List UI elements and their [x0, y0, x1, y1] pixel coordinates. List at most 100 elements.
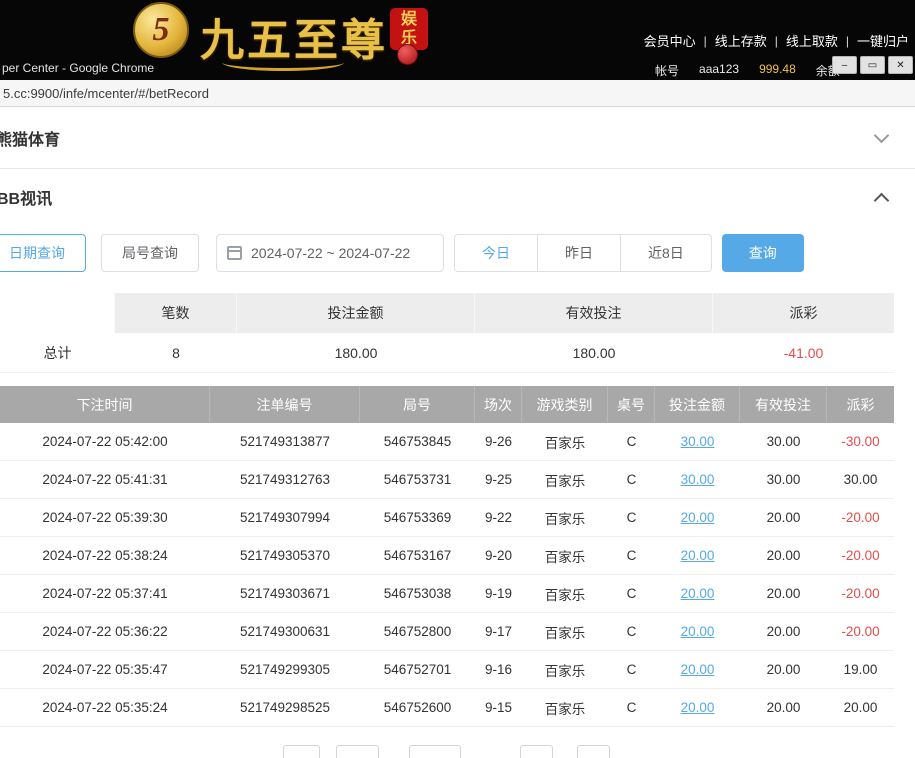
bet-amount-link[interactable]: 20.00 [681, 510, 715, 525]
summary-header-count: 笔数 [115, 293, 237, 333]
cell-game: 百家乐 [522, 689, 608, 726]
cell-table_no: C [608, 575, 655, 612]
summary-header-valid-bet: 有效投注 [475, 293, 713, 333]
summary-header-payout: 派彩 [713, 293, 894, 333]
summary-payout-value: -41.00 [713, 333, 894, 373]
section-panda-sports[interactable]: 熊猫体育 [0, 107, 915, 169]
pagination-prev-button[interactable] [283, 745, 320, 758]
bet-amount-link[interactable]: 20.00 [681, 548, 715, 563]
window-title: per Center - Google Chrome [2, 61, 154, 75]
cell-time: 2024-07-22 05:35:47 [0, 651, 210, 688]
pagination-page-size-select[interactable] [409, 745, 461, 758]
cell-valid: 30.00 [740, 461, 827, 498]
column-header: 有效投注 [740, 386, 827, 423]
summary-total-row: 总计 8 180.00 180.00 -41.00 [0, 333, 894, 373]
bet-amount-link[interactable]: 20.00 [681, 700, 715, 715]
cell-session: 9-16 [475, 651, 522, 688]
minimize-button[interactable]: – [832, 56, 857, 74]
account-username: aaa123 [699, 62, 739, 79]
cell-session: 9-26 [475, 423, 522, 460]
address-bar[interactable]: 5.cc:9900/infe/mcenter/#/betRecord [0, 80, 915, 107]
cell-table_no: C [608, 651, 655, 688]
cell-table_no: C [608, 613, 655, 650]
pagination-jump-button[interactable] [577, 745, 610, 758]
bet-record-page: 熊猫体育 BB视讯 日期查询 局号查询 2024-07-22 ~ 2024-07… [0, 107, 915, 727]
cell-game: 百家乐 [522, 575, 608, 612]
cell-round: 546752600 [360, 689, 475, 726]
cell-order: 521749303671 [210, 575, 360, 612]
summary-valid-bet-value: 180.00 [475, 333, 713, 373]
maximize-button[interactable]: ▭ [860, 56, 885, 74]
summary-header-blank [0, 293, 115, 333]
pagination-page-button[interactable] [336, 745, 379, 758]
cell-time: 2024-07-22 05:35:24 [0, 689, 210, 726]
badge-char-top: 娱 [401, 10, 417, 29]
chevron-down-icon[interactable] [874, 128, 890, 144]
date-query-tab[interactable]: 日期查询 [0, 234, 86, 272]
account-info-bar: 帐号 aaa123 999.48 余额 [655, 62, 840, 79]
nav-member-center[interactable]: 会员中心 [644, 31, 696, 50]
cell-bet[interactable]: 20.00 [655, 537, 740, 574]
cell-bet[interactable]: 30.00 [655, 461, 740, 498]
bet-amount-link[interactable]: 30.00 [681, 472, 715, 487]
cell-round: 546753038 [360, 575, 475, 612]
cell-bet[interactable]: 20.00 [655, 499, 740, 536]
cell-bet[interactable]: 20.00 [655, 651, 740, 688]
date-range-input[interactable]: 2024-07-22 ~ 2024-07-22 [216, 234, 444, 272]
bet-table-header-row: 下注时间注单编号局号场次游戏类别桌号投注金额有效投注派彩 [0, 386, 894, 423]
window-controls: – ▭ ✕ [832, 56, 913, 74]
yesterday-button[interactable]: 昨日 [538, 234, 621, 272]
table-row: 2024-07-22 05:35:47521749299305546752701… [0, 651, 894, 689]
section-bb-video[interactable]: BB视讯 [0, 169, 915, 225]
cell-bet[interactable]: 20.00 [655, 689, 740, 726]
cell-bet[interactable]: 20.00 [655, 613, 740, 650]
cell-round: 546753167 [360, 537, 475, 574]
bet-amount-link[interactable]: 20.00 [681, 586, 715, 601]
cell-game: 百家乐 [522, 423, 608, 460]
table-row: 2024-07-22 05:41:31521749312763546753731… [0, 461, 894, 499]
cell-valid: 20.00 [740, 575, 827, 612]
cell-round: 546753731 [360, 461, 475, 498]
column-header: 派彩 [827, 386, 894, 423]
last-8-days-button[interactable]: 近8日 [621, 234, 712, 272]
nav-one-key-transfer[interactable]: 一键归户 [857, 31, 909, 50]
column-header: 桌号 [608, 386, 655, 423]
cell-valid: 20.00 [740, 613, 827, 650]
summary-total-label: 总计 [0, 333, 115, 373]
bet-amount-link[interactable]: 30.00 [681, 434, 715, 449]
close-button[interactable]: ✕ [888, 56, 913, 74]
bet-amount-link[interactable]: 20.00 [681, 624, 715, 639]
nav-online-deposit[interactable]: 线上存款 [715, 31, 767, 50]
cell-session: 9-19 [475, 575, 522, 612]
nav-separator: | [775, 34, 778, 48]
cell-game: 百家乐 [522, 499, 608, 536]
cell-payout: -30.00 [827, 423, 894, 460]
nav-online-withdraw[interactable]: 线上取款 [786, 31, 838, 50]
cell-time: 2024-07-22 05:38:24 [0, 537, 210, 574]
today-button[interactable]: 今日 [454, 234, 538, 272]
cell-game: 百家乐 [522, 613, 608, 650]
round-query-tab[interactable]: 局号查询 [101, 234, 199, 272]
account-balance-value: 999.48 [759, 62, 796, 79]
table-row: 2024-07-22 05:39:30521749307994546753369… [0, 499, 894, 537]
pagination-next-button[interactable] [520, 745, 553, 758]
cell-session: 9-22 [475, 499, 522, 536]
cell-payout: 20.00 [827, 689, 894, 726]
table-row: 2024-07-22 05:35:24521749298525546752600… [0, 689, 894, 727]
red-seal-icon [397, 44, 418, 65]
search-button[interactable]: 查询 [722, 234, 804, 272]
cell-time: 2024-07-22 05:37:41 [0, 575, 210, 612]
chevron-up-icon[interactable] [874, 192, 890, 208]
column-header: 场次 [475, 386, 522, 423]
cell-table_no: C [608, 499, 655, 536]
panda-sports-title: 熊猫体育 [0, 126, 60, 150]
column-header: 下注时间 [0, 386, 210, 423]
nav-separator: | [704, 34, 707, 48]
cell-bet[interactable]: 20.00 [655, 575, 740, 612]
quick-range-group: 今日 昨日 近8日 [454, 234, 712, 272]
site-header: 5 九五至尊 娱 乐 会员中心 | 线上存款 | 线上取款 | 一键归户 帐号 … [0, 0, 915, 80]
cell-payout: -20.00 [827, 575, 894, 612]
cell-bet[interactable]: 30.00 [655, 423, 740, 460]
bet-amount-link[interactable]: 20.00 [681, 662, 715, 677]
table-row: 2024-07-22 05:38:24521749305370546753167… [0, 537, 894, 575]
